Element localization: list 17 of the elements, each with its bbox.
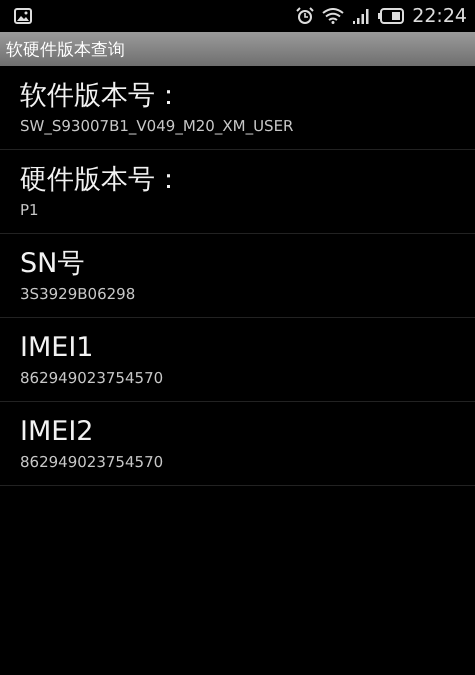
item-value: 3S3929B06298 bbox=[20, 284, 136, 304]
clock-time: 22:24 bbox=[412, 5, 467, 27]
signal-icon bbox=[352, 8, 370, 24]
wifi-icon bbox=[322, 8, 344, 24]
item-value: SW_S93007B1_V049_M20_XM_USER bbox=[20, 116, 294, 136]
item-label: 硬件版本号： bbox=[20, 163, 182, 197]
item-label: IMEI2 bbox=[20, 415, 94, 449]
alarm-icon bbox=[296, 7, 314, 25]
battery-icon bbox=[378, 8, 404, 24]
item-label: 软件版本号： bbox=[20, 79, 182, 113]
item-value: P1 bbox=[20, 200, 39, 220]
item-value: 862949023754570 bbox=[20, 452, 164, 472]
item-value: 862949023754570 bbox=[20, 368, 164, 388]
image-icon bbox=[14, 8, 32, 24]
item-label: IMEI1 bbox=[20, 331, 94, 365]
item-label: SN号 bbox=[20, 247, 84, 281]
title-bar: 软硬件版本查询 bbox=[0, 32, 475, 66]
